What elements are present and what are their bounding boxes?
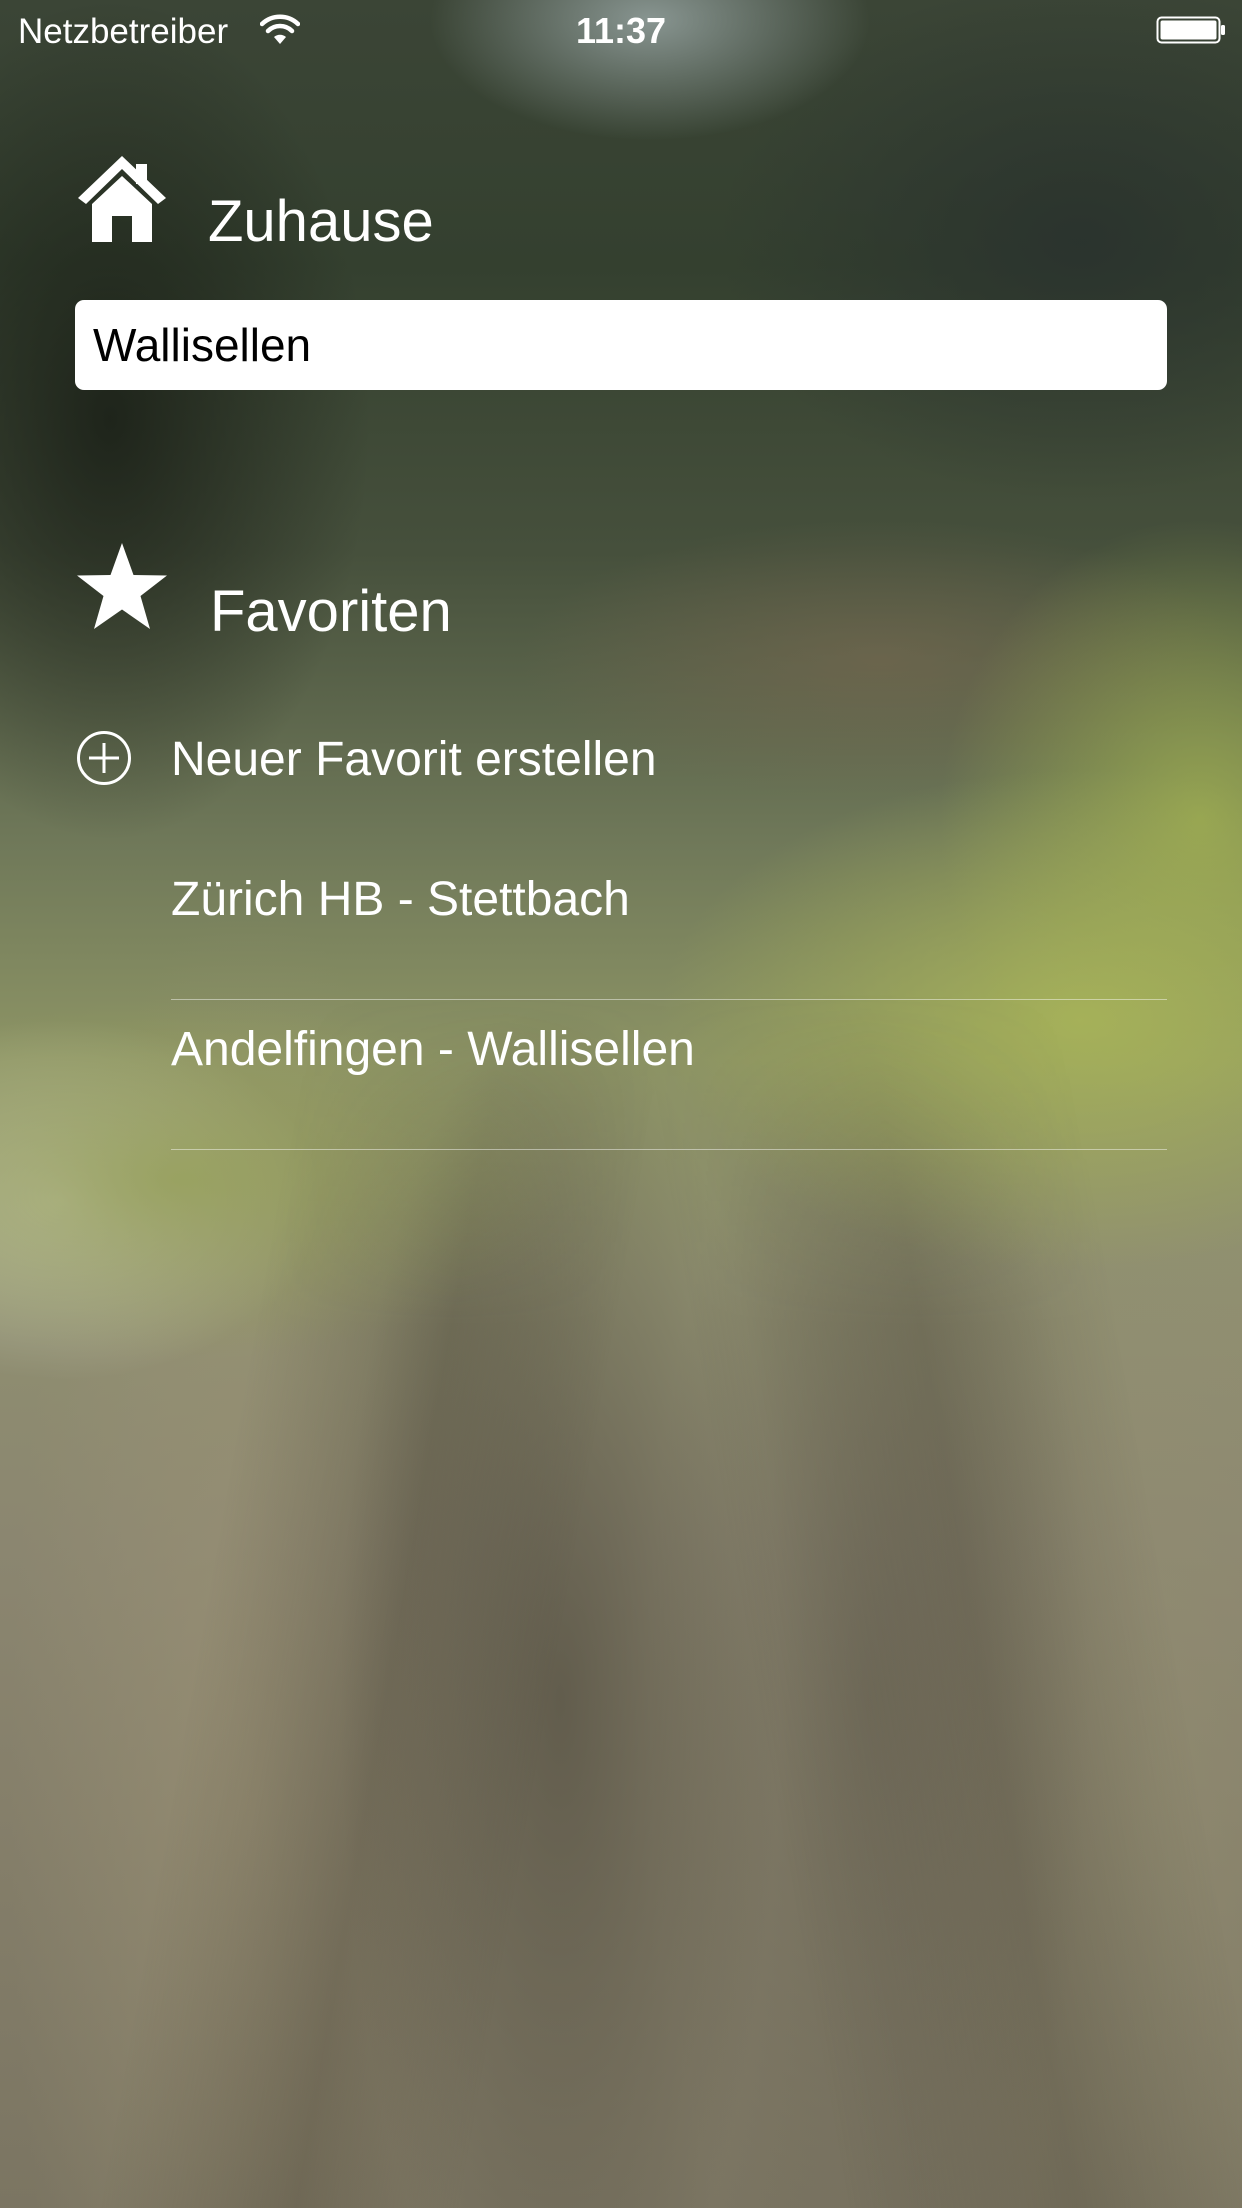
home-station-input[interactable] — [75, 300, 1167, 390]
favorite-item[interactable]: Zürich HB - Stettbach — [171, 850, 1167, 1000]
favorites-section-title: Favoriten — [210, 579, 452, 644]
favorite-item[interactable]: Andelfingen - Wallisellen — [171, 1000, 1167, 1150]
star-icon — [77, 543, 167, 629]
home-section-title: Zuhause — [208, 189, 434, 254]
clock-time: 11:37 — [575, 10, 667, 51]
battery-icon — [1156, 16, 1225, 44]
status-bar: Netzbetreiber 11:37 — [0, 0, 1242, 62]
add-favorite-button[interactable]: Neuer Favorit erstellen — [76, 722, 1167, 796]
home-icon — [78, 156, 166, 242]
plus-circle-icon — [77, 731, 131, 785]
add-favorite-label: Neuer Favorit erstellen — [171, 733, 657, 786]
favorites-list: Zürich HB - Stettbach Andelfingen - Wall… — [171, 850, 1167, 1150]
